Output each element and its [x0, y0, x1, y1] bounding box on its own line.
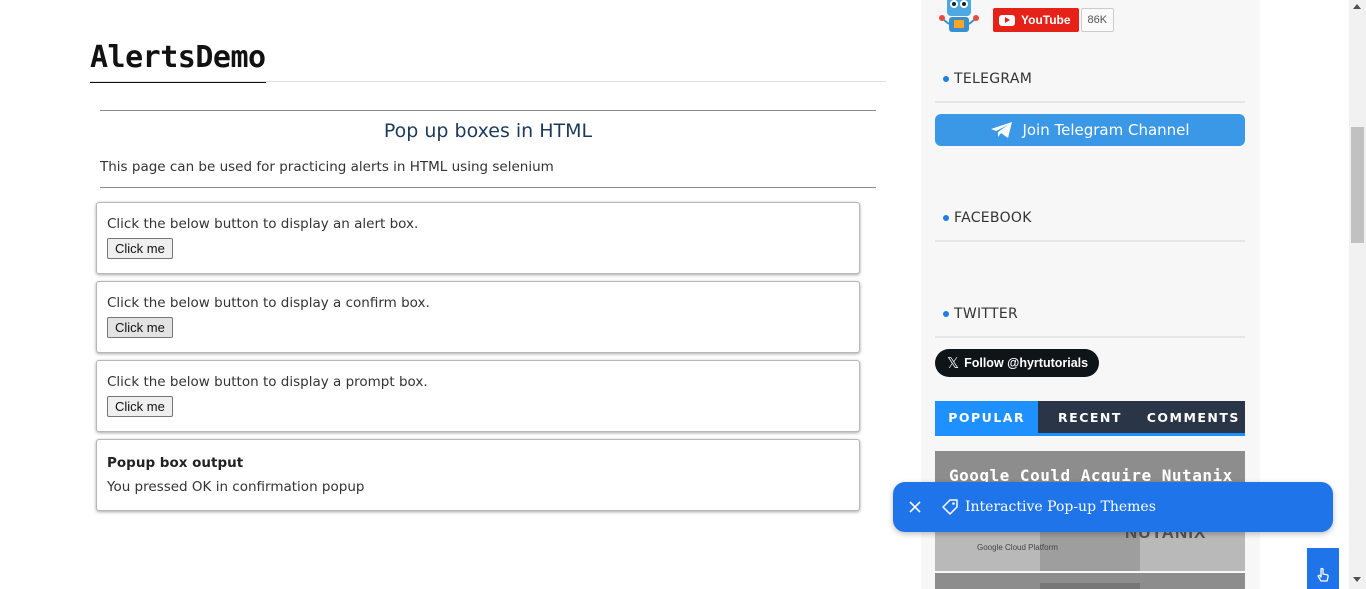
twitter-section-title: TWITTER [943, 306, 1018, 322]
join-telegram-label: Join Telegram Channel [1022, 121, 1190, 139]
tag-icon [941, 498, 959, 516]
bullet-icon [943, 215, 949, 221]
alert-button[interactable]: Click me [107, 238, 173, 259]
section-heading: Pop up boxes in HTML [383, 120, 593, 142]
title-divider [90, 81, 886, 82]
intro-text: This page can be used for practicing ale… [100, 159, 554, 175]
close-icon [909, 501, 921, 513]
scrollbar-thumb[interactable] [1351, 127, 1364, 243]
robot-mascot-icon [939, 0, 979, 32]
divider [935, 336, 1245, 338]
thumbnail-text-left: Google Cloud Platform [977, 543, 1058, 552]
youtube-button[interactable]: YouTube [993, 8, 1079, 32]
page-title: AlertsDemo [90, 40, 266, 83]
divider [935, 101, 1245, 103]
youtube-subscriber-count: 86K [1080, 8, 1115, 32]
popup-output-panel: Popup box output You pressed OK in confi… [96, 439, 860, 511]
tab-popular[interactable]: POPULAR [935, 401, 1039, 433]
telegram-plane-icon [991, 122, 1013, 138]
youtube-label: YouTube [1021, 13, 1071, 27]
confirm-button[interactable]: Click me [107, 317, 173, 338]
twitter-follow-label: Follow @hyrtutorials [964, 356, 1089, 370]
youtube-play-icon [999, 14, 1015, 26]
prompt-box-text: Click the below button to display a prom… [107, 374, 428, 390]
promo-toast[interactable]: Interactive Pop-up Themes [893, 482, 1333, 532]
tab-comments[interactable]: COMMENTS [1141, 401, 1245, 433]
floating-action-button[interactable] [1307, 548, 1339, 589]
alert-box-panel: Click the below button to display an ale… [96, 202, 860, 274]
bullet-icon [943, 76, 949, 82]
alerts-demo-panel: Pop up boxes in HTML This page can be us… [100, 110, 876, 188]
toast-text: Interactive Pop-up Themes [965, 499, 1156, 515]
toast-close-button[interactable] [893, 482, 937, 532]
output-text: You pressed OK in confirmation popup [107, 479, 365, 495]
join-telegram-button[interactable]: Join Telegram Channel [935, 114, 1245, 146]
facebook-section-title: FACEBOOK [943, 210, 1032, 226]
divider [935, 240, 1245, 242]
prompt-button[interactable]: Click me [107, 396, 173, 417]
hand-pointer-icon [1317, 567, 1329, 582]
main-content: AlertsDemo Pop up boxes in HTML This pag… [90, 0, 886, 589]
popular-post-card[interactable] [935, 573, 1245, 589]
twitter-follow-button[interactable]: 𝕏 Follow @hyrtutorials [935, 349, 1099, 377]
tab-recent[interactable]: RECENT [1038, 401, 1142, 433]
telegram-section-title: TELEGRAM [943, 71, 1032, 87]
x-logo-icon: 𝕏 [947, 355, 960, 372]
post-tabs: POPULAR RECENT COMMENTS [935, 401, 1245, 436]
page-scrollbar[interactable] [1349, 0, 1366, 589]
scroll-up-arrow-icon[interactable] [1353, 4, 1361, 9]
prompt-box-panel: Click the below button to display a prom… [96, 360, 860, 432]
confirm-box-panel: Click the below button to display a conf… [96, 281, 860, 353]
confirm-box-text: Click the below button to display a conf… [107, 295, 430, 311]
scroll-down-arrow-icon[interactable] [1353, 577, 1361, 582]
output-title: Popup box output [107, 455, 244, 471]
divider [100, 187, 876, 188]
youtube-subscribe: YouTube 86K [993, 8, 1115, 32]
alert-box-text: Click the below button to display an ale… [107, 216, 419, 232]
divider [100, 110, 876, 111]
bullet-icon [943, 311, 949, 317]
